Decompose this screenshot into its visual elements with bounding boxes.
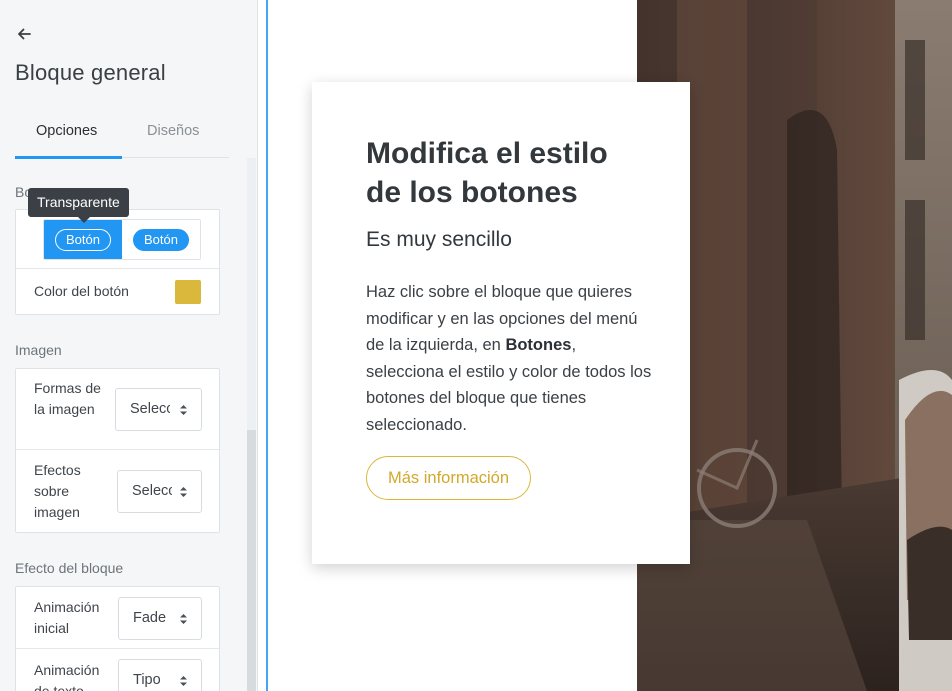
card-body-text[interactable]: Haz clic sobre el bloque que quieres mod…	[366, 279, 656, 438]
section-label-imagen: Imagen	[15, 342, 62, 358]
initial-animation-select[interactable]: Fade	[118, 597, 202, 640]
sidebar-title: Bloque general	[15, 60, 166, 85]
image-shape-label: Formas de la imagen	[34, 380, 101, 417]
text-animation-select-value: Tipo	[133, 672, 161, 688]
image-panel: Formas de la imagen Seleccionar Efectos …	[15, 368, 220, 533]
image-shape-select-value: Seleccionar	[130, 401, 170, 417]
button-color-row: Color del botón	[16, 269, 219, 315]
button-style-selector: Botón Botón	[43, 219, 201, 260]
tooltip-transparente: Transparente	[28, 188, 129, 223]
tab-disenos[interactable]: Diseños	[147, 123, 199, 139]
image-effects-label: Efectos sobre imagen	[34, 462, 81, 520]
button-color-label: Color del botón	[34, 283, 129, 299]
content-card[interactable]: Modifica el estilo de los botones Es muy…	[312, 82, 690, 564]
card-subtitle[interactable]: Es muy sencillo	[366, 228, 512, 252]
tab-opciones[interactable]: Opciones	[36, 123, 97, 139]
buttons-panel: Botón Botón Color del botón	[15, 209, 220, 315]
select-arrows-icon	[180, 614, 187, 624]
selected-block-outline	[266, 0, 268, 691]
more-info-button[interactable]: Más información	[366, 456, 531, 500]
text-animation-label: Animación de texto	[34, 662, 100, 691]
card-body-bold-text: Botones	[505, 336, 572, 354]
button-style-solid-option[interactable]: Botón	[122, 220, 200, 259]
card-title[interactable]: Modifica el estilo de los botones	[366, 134, 646, 212]
select-arrows-icon	[180, 676, 187, 686]
button-style-row: Botón Botón	[16, 210, 219, 269]
active-tab-indicator	[15, 156, 122, 159]
image-effects-select[interactable]: Seleccionar	[117, 470, 202, 513]
sidebar-scrollbar-thumb[interactable]	[247, 430, 256, 691]
select-arrows-icon	[180, 487, 187, 497]
image-effects-row: Efectos sobre imagen Seleccionar	[16, 450, 219, 532]
back-button[interactable]	[14, 24, 34, 44]
text-animation-select[interactable]: Tipo	[118, 659, 202, 691]
initial-animation-select-value: Fade	[133, 610, 167, 626]
button-style-preview-solid: Botón	[133, 228, 189, 251]
initial-animation-label: Animación inicial	[34, 599, 100, 636]
image-shape-select[interactable]: Seleccionar	[115, 388, 202, 431]
image-shape-row: Formas de la imagen Seleccionar	[16, 369, 219, 450]
sidebar-tabs: Opciones Diseños	[15, 112, 229, 159]
section-label-efecto-bloque: Efecto del bloque	[15, 560, 124, 576]
arrow-left-icon	[18, 28, 31, 40]
button-style-preview-outline: Botón	[55, 228, 111, 251]
button-color-swatch[interactable]	[175, 280, 201, 304]
initial-animation-row: Animación inicial Fade	[16, 587, 219, 649]
card-body-text-part1: Haz clic sobre el bloque que quieres mod…	[366, 283, 638, 354]
editor-sidebar: Bloque general Opciones Diseños Bo Botón…	[0, 0, 258, 691]
image-effects-select-value: Seleccionar	[132, 483, 172, 499]
select-arrows-icon	[180, 405, 187, 415]
button-style-transparent-option[interactable]: Botón	[44, 220, 122, 259]
block-effect-panel: Animación inicial Fade Animación de text…	[15, 586, 220, 691]
text-animation-row: Animación de texto Tipo	[16, 649, 219, 691]
